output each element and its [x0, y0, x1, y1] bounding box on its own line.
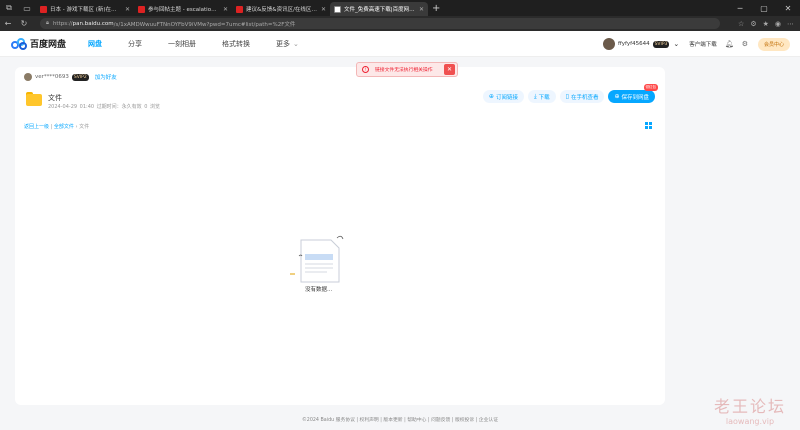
toast-message: 链接文件无法执行相关操作 [375, 68, 433, 73]
refresh-icon[interactable]: ↻ [16, 19, 32, 28]
user-area: ffyfyf45644 SVIP3 ⌄ 客户端下载 🔔︎ ⚙ 会员中心 [603, 31, 790, 57]
url-scheme: https:// [52, 20, 73, 27]
chevron-down-icon: ⌄ [293, 39, 299, 48]
notification-bell-icon[interactable]: 🔔︎ [725, 40, 734, 48]
svip-badge: SVIP3 [652, 40, 670, 48]
workspace-icon[interactable]: ⧉ [0, 0, 18, 16]
sharer-name: ver****0693 [35, 74, 69, 80]
extensions-icon[interactable]: ⚙ [750, 20, 756, 28]
avatar[interactable] [603, 38, 615, 50]
grid-view-icon[interactable] [645, 122, 652, 129]
subscribe-button[interactable]: ⊕ 订阅链接 [482, 90, 524, 103]
new-tab-icon[interactable]: + [432, 3, 440, 14]
share-actions: ⊕ 订阅链接 ⤓ 下载 ▯ 在手机查看 ⊕ 保存到网盘 领红包 [479, 84, 658, 103]
site-favicon-icon [236, 5, 243, 13]
nav-more-label: 更多 [276, 39, 291, 48]
link-icon: ⊕ [488, 93, 494, 100]
close-window-icon[interactable]: ✕ [776, 0, 800, 16]
nav-item-share[interactable]: 分享 [128, 31, 142, 57]
browser-toolbar: ☆ ⚙ ★ ◉ ⋯ [732, 16, 794, 31]
settings-gear-icon[interactable]: ⚙ [742, 40, 748, 48]
watermark-url: laowang.vip [725, 417, 775, 426]
favorites-icon[interactable]: ★ [763, 20, 769, 28]
username[interactable]: ffyfyf45644 [618, 41, 650, 47]
phone-icon: ▯ [565, 93, 569, 100]
url-path: /s/1xAMDWwuuFTNnOYFbV9iVMw?pwd=7umc#list… [113, 21, 296, 28]
nav-item-album[interactable]: 一刻相册 [168, 31, 196, 57]
profile-icon[interactable]: ◉ [775, 20, 781, 28]
breadcrumb-back-link[interactable]: 返回上一级 [24, 124, 49, 130]
tab-title: 参与回帖主题 - escalation(文件 [148, 7, 220, 13]
close-tab-icon[interactable]: ✕ [321, 6, 326, 13]
lock-icon: 🔒︎ [46, 20, 49, 26]
sharer-avatar[interactable] [24, 73, 32, 81]
watermark: 老王论坛 laowang.vip [714, 393, 786, 426]
sharer-info: ver****0693 SVIP2 加为好友 [24, 73, 117, 81]
save-label: 保存到网盘 [621, 94, 649, 101]
tab-actions-icon[interactable]: ▭ [18, 0, 36, 16]
watermark-title: 老王论坛 [713, 397, 786, 416]
tab-title: 日本 - 游戏下载区 (新)在游戏&台 [50, 7, 122, 13]
close-tab-icon[interactable]: ✕ [223, 6, 228, 13]
close-tab-icon[interactable]: ✕ [125, 6, 130, 13]
share-meta: 2024-04-29 01:40 过期时间：永久有效 0 浏览 [48, 104, 161, 110]
nav-item-more[interactable]: 更多 ⌄ [276, 31, 299, 57]
address-bar-row: ← ↻ 🔒︎ https://pan.baidu.com/s/1xAMDWwuu… [0, 16, 800, 31]
add-friend-link[interactable]: 加为好友 [95, 73, 117, 81]
app-header: 百度网盘 网盘 分享 一刻相册 格式转换 更多 ⌄ ffyfyf45644 SVI… [0, 31, 800, 57]
close-tab-icon[interactable]: ✕ [419, 6, 424, 13]
breadcrumb: 返回上一级 | 全部文件 › 文件 [24, 123, 89, 130]
nav-item-netdisk[interactable]: 网盘 [88, 31, 102, 57]
main-nav: 网盘 分享 一刻相册 格式转换 更多 ⌄ [88, 31, 325, 57]
client-download-link[interactable]: 客户端下载 [689, 40, 717, 48]
share-card: ver****0693 SVIP2 加为好友 文件 2024-04-29 01:… [15, 67, 665, 405]
minimize-icon[interactable]: ─ [728, 0, 752, 16]
sharer-svip-badge: SVIP2 [71, 73, 89, 81]
url-host: pan.baidu.com [72, 20, 114, 27]
browser-tab[interactable]: 日本 - 游戏下载区 (新)在游戏&台 ✕ [36, 2, 134, 16]
tab-title: 文件_免费高速下载|百度网盘-分享 [344, 7, 416, 13]
tab-title: 建议&反馈&资讯区/在线区_老王论坛 [246, 7, 318, 13]
browser-tab[interactable]: 建议&反馈&资讯区/在线区_老王论坛 ✕ [232, 2, 330, 16]
breadcrumb-all-files-link[interactable]: 全部文件 [54, 124, 74, 130]
browser-tab-bar: ⧉ ▭ 日本 - 游戏下载区 (新)在游戏&台 ✕ 参与回帖主题 - escal… [0, 0, 800, 16]
nav-item-convert[interactable]: 格式转换 [222, 31, 250, 57]
chevron-down-icon[interactable]: ⌄ [673, 40, 679, 48]
folder-icon [26, 92, 42, 106]
browser-tab-active[interactable]: 文件_免费高速下载|百度网盘-分享 ✕ [330, 2, 428, 16]
empty-state-text: 没有数据... [305, 287, 333, 293]
red-packet-badge: 领红包 [643, 84, 658, 91]
download-icon: ⤓ [533, 92, 537, 100]
page-footer: ©2024 Baidu 服务协议 | 权利声明 | 版本更新 | 帮助中心 | … [301, 418, 498, 423]
maximize-icon[interactable]: ▢ [752, 0, 776, 16]
baidu-netdisk-logo[interactable]: 百度网盘 [11, 37, 66, 50]
star-icon[interactable]: ☆ [738, 20, 744, 28]
toast-close-icon[interactable]: ✕ [444, 64, 455, 75]
error-toast: ! 链接文件无法执行相关操作 ✕ [356, 62, 458, 77]
download-button[interactable]: ⤓ 下载 [527, 90, 556, 103]
window-controls: ─ ▢ ✕ [728, 0, 800, 16]
download-label: 下载 [538, 94, 550, 101]
more-icon[interactable]: ⋯ [787, 20, 794, 28]
site-favicon-icon [138, 5, 145, 13]
site-favicon-icon [40, 5, 47, 13]
save-to-netdisk-button[interactable]: ⊕ 保存到网盘 领红包 [608, 84, 658, 103]
view-on-phone-button[interactable]: ▯ 在手机查看 [559, 90, 605, 103]
baidu-favicon-icon [334, 5, 341, 13]
browser-tab[interactable]: 参与回帖主题 - escalation(文件 ✕ [134, 2, 232, 16]
url-input[interactable]: 🔒︎ https://pan.baidu.com/s/1xAMDWwuuFTNn… [40, 18, 720, 29]
phone-label: 在手机查看 [570, 94, 599, 101]
vip-center-button[interactable]: 会员中心 [757, 37, 790, 51]
logo-text: 百度网盘 [30, 40, 67, 50]
folder-name: 文件 [48, 94, 62, 102]
save-icon: ⊕ [614, 93, 620, 100]
back-icon[interactable]: ← [0, 19, 16, 28]
cloud-logo-icon [11, 37, 27, 50]
error-icon: ! [362, 66, 369, 73]
breadcrumb-current: 文件 [79, 124, 90, 130]
subscribe-label: 订阅链接 [495, 94, 518, 101]
